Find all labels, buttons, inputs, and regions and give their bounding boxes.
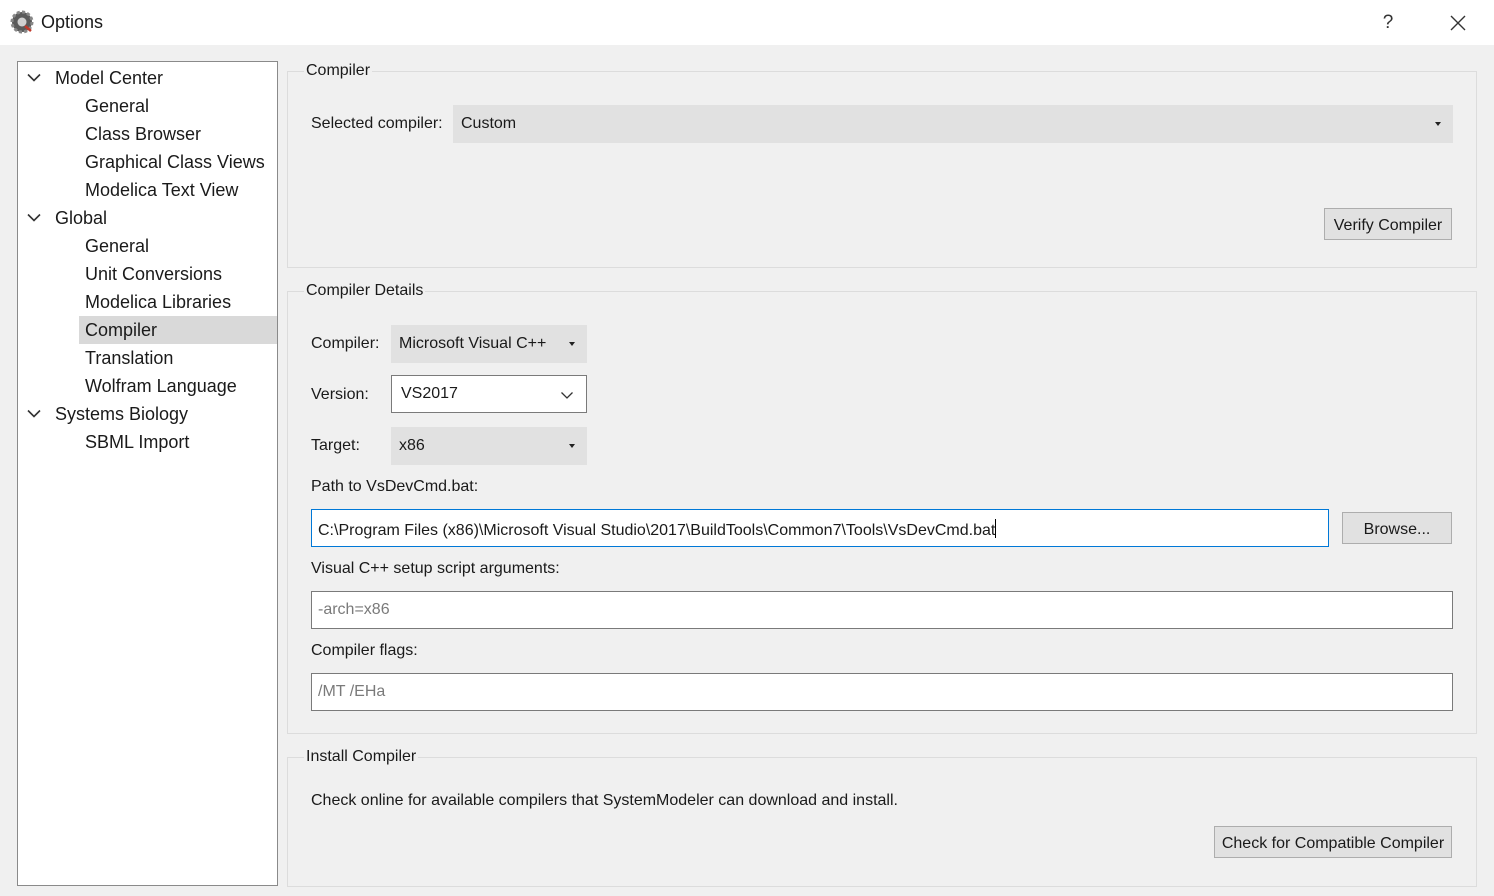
tree-item-label: Modelica Libraries xyxy=(85,292,232,312)
tree-item[interactable]: Translation xyxy=(18,344,277,372)
tree-item-label: Wolfram Language xyxy=(85,376,237,396)
gear-icon xyxy=(10,10,34,34)
compiler-flags-label: Compiler flags: xyxy=(311,642,418,659)
tree-item[interactable]: Model Center xyxy=(18,64,277,92)
setup-args-input[interactable]: -arch=x86 xyxy=(311,591,1453,629)
tree-item[interactable]: General xyxy=(18,92,277,120)
tree-item-label: Graphical Class Views xyxy=(85,152,265,172)
tree-item[interactable]: Wolfram Language xyxy=(18,372,277,400)
browse-button[interactable]: Browse... xyxy=(1342,512,1452,544)
path-input-value: C:\Program Files (x86)\Microsoft Visual … xyxy=(318,522,996,539)
dropdown-arrow-icon xyxy=(569,342,575,346)
tree-item[interactable]: Modelica Text View xyxy=(18,176,277,204)
help-button[interactable]: ? xyxy=(1372,8,1404,38)
selected-compiler-label: Selected compiler: xyxy=(311,115,443,132)
selected-compiler-dropdown[interactable]: Custom xyxy=(453,105,1453,143)
title-bar: Options ? xyxy=(0,0,1494,45)
install-compiler-group-title: Install Compiler xyxy=(304,747,419,767)
tree-item[interactable]: General xyxy=(18,232,277,260)
chevron-down-icon[interactable] xyxy=(26,70,42,86)
tree-item-label: General xyxy=(85,96,150,116)
tree-item-label: Unit Conversions xyxy=(85,264,223,284)
compiler-dropdown[interactable]: Microsoft Visual C++ xyxy=(391,325,587,363)
setup-args-label: Visual C++ setup script arguments: xyxy=(311,560,560,577)
version-dropdown[interactable]: VS2017 xyxy=(391,375,587,413)
tree-item[interactable]: Global xyxy=(18,204,277,232)
compiler-flags-placeholder: /MT /EHa xyxy=(318,683,386,700)
tree-item[interactable]: Unit Conversions xyxy=(18,260,277,288)
window-title: Options xyxy=(41,12,104,32)
compiler-value: Microsoft Visual C++ xyxy=(399,335,547,352)
compiler-flags-input[interactable]: /MT /EHa xyxy=(311,673,1453,711)
target-value: x86 xyxy=(399,437,425,454)
path-label: Path to VsDevCmd.bat: xyxy=(311,478,479,495)
close-icon xyxy=(1450,15,1466,31)
compiler-group xyxy=(287,71,1477,268)
tree-item[interactable]: Systems Biology xyxy=(18,400,277,428)
tree-item-label: General xyxy=(85,236,150,256)
target-label: Target: xyxy=(311,437,360,454)
install-description: Check online for available compilers tha… xyxy=(311,792,898,809)
tree-item-label: Systems Biology xyxy=(55,404,189,424)
tree-item-label: Class Browser xyxy=(85,124,202,144)
tree-item-label: Compiler xyxy=(85,320,158,340)
chevron-down-icon xyxy=(561,392,573,399)
tree-item[interactable]: Modelica Libraries xyxy=(18,288,277,316)
verify-compiler-button[interactable]: Verify Compiler xyxy=(1324,208,1452,240)
tree-item-label: SBML Import xyxy=(85,432,190,452)
chevron-down-icon[interactable] xyxy=(26,210,42,226)
compiler-label: Compiler: xyxy=(311,335,380,352)
compiler-group-title: Compiler xyxy=(304,61,373,81)
dropdown-arrow-icon xyxy=(1435,122,1441,126)
version-label: Version: xyxy=(311,386,369,403)
text-caret xyxy=(995,519,997,538)
tree-item[interactable]: Class Browser xyxy=(18,120,277,148)
setup-args-placeholder: -arch=x86 xyxy=(318,601,390,618)
tree-item[interactable]: Graphical Class Views xyxy=(18,148,277,176)
compiler-details-group-title: Compiler Details xyxy=(304,281,426,301)
tree-item-label: Model Center xyxy=(55,68,164,88)
check-compatible-compiler-button[interactable]: Check for Compatible Compiler xyxy=(1214,826,1452,858)
tree-item-label: Modelica Text View xyxy=(85,180,239,200)
chevron-down-icon[interactable] xyxy=(26,406,42,422)
dropdown-arrow-icon xyxy=(569,444,575,448)
install-compiler-group xyxy=(287,757,1477,887)
path-input[interactable]: C:\Program Files (x86)\Microsoft Visual … xyxy=(311,509,1329,547)
selected-compiler-value: Custom xyxy=(461,115,517,132)
target-dropdown[interactable]: x86 xyxy=(391,427,587,465)
close-button[interactable] xyxy=(1440,5,1476,41)
tree-item-label: Global xyxy=(55,208,108,228)
tree-item[interactable]: SBML Import xyxy=(18,428,277,456)
tree-item[interactable]: Compiler xyxy=(18,316,277,344)
tree-item-label: Translation xyxy=(85,348,174,368)
options-tree[interactable]: Model Center General Class Browser Graphica… xyxy=(17,61,278,886)
version-value: VS2017 xyxy=(401,385,458,402)
